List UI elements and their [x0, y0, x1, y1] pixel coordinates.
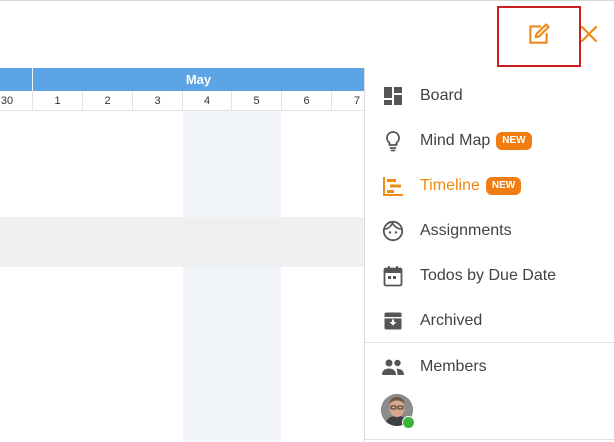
close-icon [579, 24, 599, 49]
people-icon [381, 355, 405, 379]
day-cell: 6 [282, 91, 332, 111]
avatar[interactable] [381, 394, 415, 429]
menu-item-board[interactable]: Board [365, 73, 614, 118]
day-cell: 30 [0, 91, 33, 111]
today-column-highlight [183, 111, 281, 442]
timeline-row-band [0, 217, 364, 267]
menu-item-archived[interactable]: Archived [365, 298, 614, 343]
edit-button[interactable] [497, 6, 581, 67]
new-badge: NEW [485, 176, 522, 195]
menu-item-mind-map[interactable]: Mind Map NEW [365, 118, 614, 163]
members-label: Members [420, 357, 487, 375]
menu-item-label: Mind Map NEW [420, 131, 532, 150]
menu-item-label: Todos by Due Date [420, 266, 557, 284]
day-cell: 3 [133, 91, 183, 111]
menu-divider [365, 342, 614, 343]
calendar-icon [381, 264, 405, 288]
day-cell: 2 [83, 91, 133, 111]
menu-item-label: Timeline NEW [420, 176, 522, 195]
menu-item-timeline[interactable]: Timeline NEW [365, 163, 614, 208]
menu-item-label: Assignments [420, 221, 512, 239]
day-row: 30 1 2 3 4 5 6 7 [0, 91, 364, 111]
online-status-dot [402, 416, 415, 429]
menu-item-todos-by-due-date[interactable]: Todos by Due Date [365, 253, 614, 298]
timeline-chart: May 30 1 2 3 4 5 6 7 [0, 68, 364, 442]
lightbulb-icon [381, 129, 405, 153]
edit-note-icon [526, 21, 552, 52]
month-header: May [0, 68, 364, 91]
day-cell: 4 [183, 91, 232, 111]
archive-icon [381, 309, 405, 333]
menu-item-label: Board [420, 86, 463, 104]
day-cell: 5 [232, 91, 282, 111]
menu-item-label: Archived [420, 311, 483, 329]
face-icon [381, 219, 405, 243]
month-label: May [185, 72, 212, 87]
board-icon [381, 84, 405, 108]
day-cell: 1 [33, 91, 83, 111]
top-bar [0, 0, 614, 68]
timeline-icon [381, 174, 405, 198]
day-cell: 7 [353, 95, 361, 107]
view-menu-sidebar: Board Mind Map NEW Timeline NEW Assignme… [364, 68, 614, 442]
new-badge: NEW [496, 131, 532, 150]
menu-item-members[interactable]: Members [365, 344, 614, 389]
menu-item-assignments[interactable]: Assignments [365, 208, 614, 253]
close-button[interactable] [576, 23, 602, 49]
menu-divider [365, 439, 614, 440]
